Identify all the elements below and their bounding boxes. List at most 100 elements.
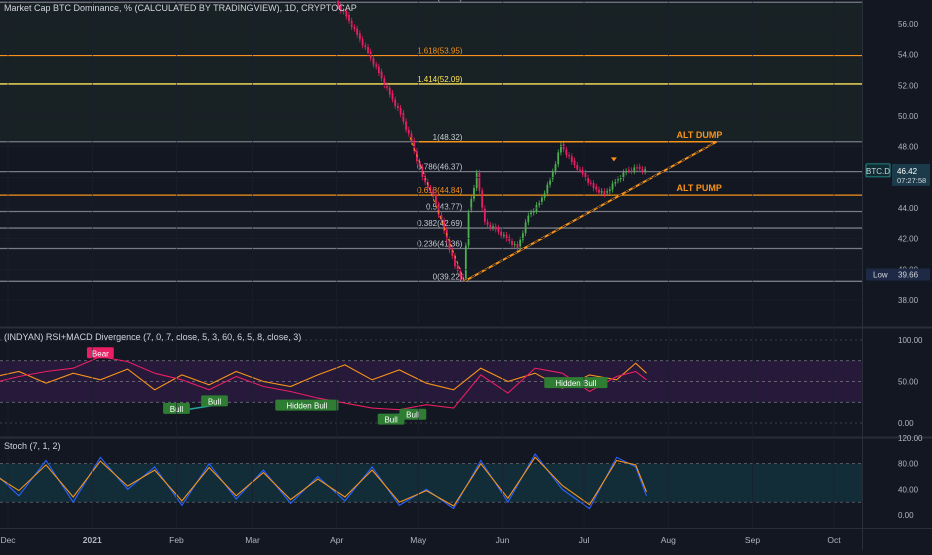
candle-body [614,181,617,184]
price-axis-tick: 44.00 [898,204,919,213]
candle-body [456,264,459,271]
bar-countdown: 07:27:58 [897,176,926,185]
candle-body [606,191,609,193]
candle-body [500,231,503,236]
time-axis-tick: Jun [496,535,510,545]
annotation-label: ALT DUMP [677,130,723,140]
candle-body [619,178,622,180]
candle-body [405,121,407,130]
candle-body [397,106,399,108]
time-axis-tick: May [410,535,427,545]
rsi-macd-indicator-title: (INDYAN) RSI+MACD Divergence (7, 0, 7, c… [4,332,302,342]
chart-canvas[interactable]: 0(39.22) 0.236(41.36) 0.382(42.69) 0.5(43.7… [0,0,932,550]
fib-level-label: 0.382(42.69) [417,219,463,228]
signal-badge-label: Bull [406,411,420,420]
candle-body [511,240,513,245]
candle-body [560,145,562,153]
candle-body [375,64,378,67]
candle-body [554,164,557,172]
candle-body [367,47,369,54]
candle-body [377,66,380,74]
candle-body [353,27,356,29]
candle-body [644,169,647,172]
candle-body [502,234,505,236]
candle-body [627,169,630,171]
candle-body [587,177,590,183]
candle-body [516,244,519,248]
annotation-label: ALT PUMP [677,183,722,193]
candle-body [530,212,532,215]
candle-body [633,167,636,172]
candle-body [388,87,391,95]
candle-body [551,171,554,179]
signal-badge-label: Hidden Bull [555,379,596,388]
stoch-axis-tick: 40.00 [898,485,919,494]
candle-body [524,222,527,234]
candle-body [483,208,486,222]
candle-body [481,190,484,209]
candle-body [568,155,570,157]
candle-body [394,99,397,106]
signal-badge-label: Bull [384,416,398,425]
candle-body [598,189,600,193]
time-axis-tick: Aug [661,535,676,545]
low-label-text: Low [873,271,888,280]
candle-body [383,78,386,86]
fib-level-label: 0.5(43.77) [426,203,463,212]
time-axis-tick: Jul [579,535,590,545]
stoch-band [0,463,862,503]
time-axis-tick: Dec [0,535,16,545]
candle-body [611,183,614,190]
candle-body [579,169,581,171]
candle-body [532,211,535,213]
stoch-axis-tick: 80.00 [898,460,919,469]
price-axis-tick: 48.00 [898,143,919,152]
stoch-axis-tick: 0.00 [898,511,914,520]
signal-badge-label: Hidden Bull [286,402,327,411]
candle-body [464,245,467,279]
candle-body [437,204,440,215]
fib-level-label: 0.236(41.36) [417,239,463,248]
price-axis-tick: 54.00 [898,51,919,60]
candle-body [584,172,587,178]
candle-body [565,149,568,156]
candle-body [467,212,470,246]
candle-body [356,28,359,35]
candle-body [486,221,489,225]
candle-body [492,226,494,228]
candle-body [380,71,383,79]
candle-body [391,93,394,100]
candle-body [505,234,508,239]
fib-level-label: 0.786(46.37) [417,163,463,172]
candle-body [399,107,402,115]
price-axis-tick: 50.00 [898,112,919,121]
candle-body [576,165,579,170]
candle-body [497,227,500,232]
candle-body [494,226,497,230]
candle-body [636,167,638,169]
candle-body [386,85,388,88]
price-axis-tick: 56.00 [898,20,919,29]
fib-level-label: 2(57.42) [433,0,463,2]
candle-body [589,182,592,184]
candle-body [625,171,628,173]
candle-body [473,188,475,199]
candle-body [541,197,543,202]
stoch-indicator-title: Stoch (7, 1, 2) [4,441,61,451]
chart-root[interactable]: 0(39.22) 0.236(41.36) 0.382(42.69) 0.5(43.7… [0,0,932,550]
time-axis-tick: Feb [169,535,184,545]
rsi-axis-tick: 100.00 [898,336,923,345]
candle-body [478,172,481,191]
signal-marker-icon [610,157,617,162]
candle-body [459,270,462,277]
candle-body [570,156,573,162]
candle-body [475,172,478,189]
low-label-value: 39.66 [898,271,919,280]
candle-body [489,224,492,228]
time-axis-tick: Sep [745,535,760,545]
candle-body [603,191,606,195]
candle-body [630,170,633,172]
signal-badge-label: Bull [208,397,222,406]
candle-body [432,189,435,196]
fib-level-label: 1.618(53.95) [417,46,463,55]
